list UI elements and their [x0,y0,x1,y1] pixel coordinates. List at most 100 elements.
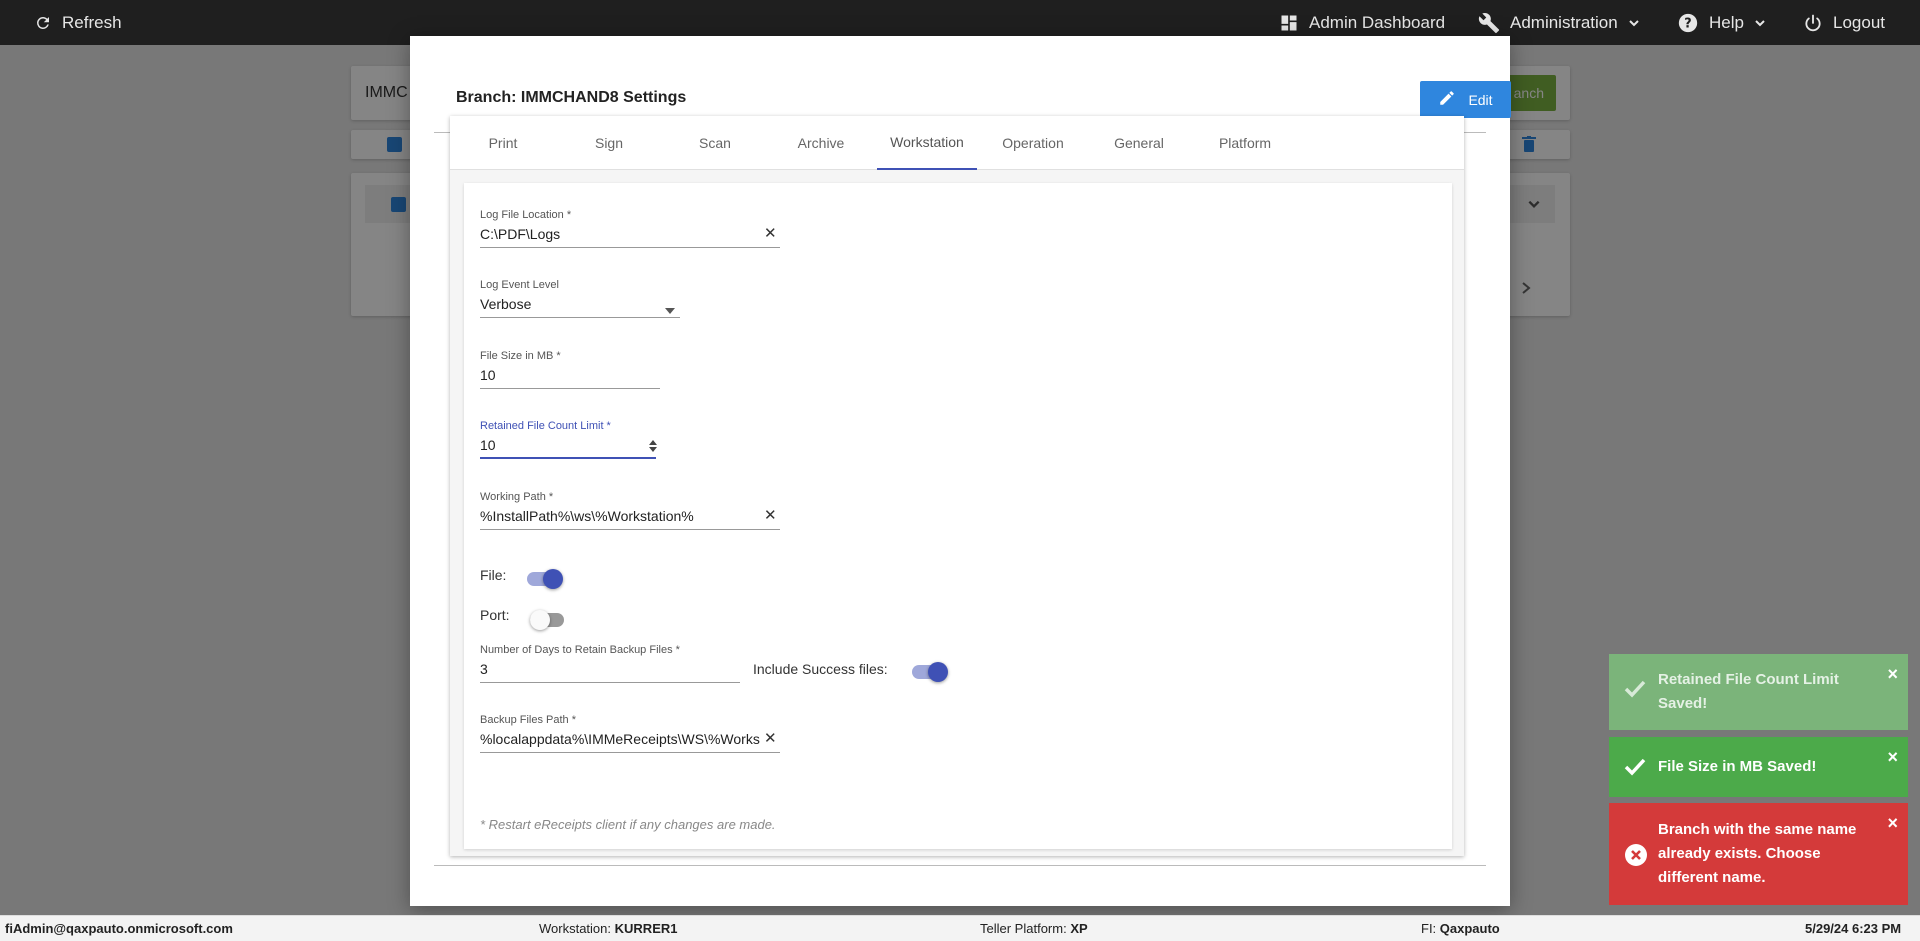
backup-path-field[interactable]: Backup Files Path * %localappdata%\IMMeR… [480,714,780,754]
checkmark-icon [1624,758,1646,784]
log-event-level-value[interactable]: Verbose [480,296,531,312]
backup-days-field[interactable]: Number of Days to Retain Backup Files * … [480,644,740,684]
working-path-field[interactable]: Working Path * %InstallPath%\ws\%Worksta… [480,491,780,531]
svg-text:?: ? [1684,16,1691,31]
input-underline [480,388,660,389]
administration-label: Administration [1510,12,1618,32]
working-path-input[interactable]: %InstallPath%\ws\%Workstation% [480,508,750,524]
tab-general[interactable]: General [1089,116,1189,170]
log-file-location-label: Log File Location * [480,209,572,221]
checkmark-icon [1624,680,1646,706]
retained-file-count-field[interactable]: Retained File Count Limit * 10 [480,420,660,460]
user-email: fiAdmin@qaxpauto.onmicrosoft.com [5,921,233,936]
toast-line: different name. [1658,869,1766,886]
toast-message: File Size in MB Saved! [1658,758,1817,775]
edit-button[interactable]: Edit [1420,81,1511,118]
toast-line: Retained File Count Limit [1658,671,1839,688]
platform-value: XP [1070,921,1088,936]
backup-path-label: Backup Files Path * [480,714,576,726]
edit-label: Edit [1468,91,1493,108]
chevron-down-icon [1754,17,1766,29]
help-menu[interactable]: ? Help [1677,0,1766,45]
file-size-label: File Size in MB * [480,350,561,362]
settings-panel: Print Sign Scan Archive Workstation Oper… [450,116,1464,856]
tab-scan[interactable]: Scan [665,116,765,170]
clear-icon[interactable]: ✕ [764,729,777,747]
log-file-location-field[interactable]: Log File Location * C:\PDF\Logs ✕ [480,209,780,249]
include-success-toggle[interactable] [912,662,948,682]
refresh-icon [34,14,52,32]
input-underline [480,682,740,683]
file-size-field[interactable]: File Size in MB * 10 [480,350,660,390]
file-size-input[interactable]: 10 [480,367,496,383]
backup-days-input[interactable]: 3 [480,661,488,677]
branch-settings-modal: Branch: IMMCHAND8 Settings Edit Print Si… [410,36,1511,906]
file-toggle[interactable] [527,569,563,589]
include-success-label: Include Success files: [753,661,888,677]
modal-title: Branch: IMMCHAND8 Settings [456,89,687,106]
fi-label: FI: [1421,921,1437,936]
toast-branch-exists-error[interactable]: Branch with the same name already exists… [1609,803,1908,905]
toggle-thumb [530,610,550,630]
close-icon[interactable]: × [1887,745,1898,769]
file-toggle-label: File: [480,567,507,583]
toast-line: already exists. Choose [1658,845,1821,862]
retained-file-count-input[interactable]: 10 [480,437,496,453]
toggle-thumb [543,569,563,589]
backup-days-label: Number of Days to Retain Backup Files * [480,644,680,656]
restart-note: * Restart eReceipts client if any change… [480,817,776,832]
input-underline [480,457,656,459]
error-icon [1624,843,1648,875]
fi-value: Qaxpauto [1439,921,1500,936]
status-fi: FI: Qaxpauto [1421,921,1500,936]
tab-operation[interactable]: Operation [983,116,1083,170]
log-event-level-select[interactable]: Log Event Level Verbose [480,279,680,319]
log-event-level-label: Log Event Level [480,279,559,291]
tab-platform[interactable]: Platform [1195,116,1295,170]
toggle-thumb [928,662,948,682]
power-icon [1803,13,1823,33]
help-label: Help [1709,12,1744,32]
status-user: fiAdmin@qaxpauto.onmicrosoft.com [5,921,233,936]
admin-dashboard-label: Admin Dashboard [1309,12,1446,32]
number-spinner-icon[interactable] [648,439,658,458]
toast-message: Branch with the same name already exists… [1658,818,1856,890]
workstation-value: KURRER1 [614,921,678,936]
input-underline [480,247,780,248]
modal-footer-divider [434,865,1486,866]
tab-archive[interactable]: Archive [771,116,871,170]
close-icon[interactable]: × [1887,811,1898,835]
tab-print[interactable]: Print [453,116,553,170]
close-icon[interactable]: × [1887,662,1898,686]
input-underline [480,529,780,530]
toast-retained-saved[interactable]: Retained File Count Limit Saved! × [1609,654,1908,730]
toast-line: Saved! [1658,695,1708,712]
logout-button[interactable]: Logout [1803,0,1885,45]
workstation-form: Log File Location * C:\PDF\Logs ✕ Log Ev… [464,183,1452,849]
refresh-button[interactable]: Refresh [34,0,122,45]
toast-line: Branch with the same name [1658,821,1857,838]
clear-icon[interactable]: ✕ [764,506,777,524]
working-path-label: Working Path * [480,491,554,503]
toast-file-size-saved[interactable]: File Size in MB Saved! × [1609,737,1908,797]
input-underline [480,752,780,753]
workstation-label: Workstation: [539,921,612,936]
tab-sign[interactable]: Sign [559,116,659,170]
backup-path-input[interactable]: %localappdata%\IMMeReceipts\WS\%Works [480,731,760,747]
status-datetime: 5/29/24 6:23 PM [1805,921,1901,936]
logout-label: Logout [1833,12,1885,32]
status-bar: fiAdmin@qaxpauto.onmicrosoft.com Worksta… [0,915,1920,941]
dashboard-icon [1279,13,1299,33]
pencil-icon [1438,89,1456,110]
status-platform: Teller Platform: XP [980,921,1088,936]
wrench-icon [1478,12,1500,34]
input-underline [480,317,680,318]
help-icon: ? [1677,12,1699,34]
port-toggle[interactable] [530,610,566,630]
port-toggle-label: Port: [480,607,510,623]
log-file-location-input[interactable]: C:\PDF\Logs [480,226,750,242]
refresh-label: Refresh [62,12,122,32]
tab-workstation[interactable]: Workstation [877,116,977,170]
retained-file-count-label: Retained File Count Limit * [480,420,611,432]
clear-icon[interactable]: ✕ [764,224,777,242]
